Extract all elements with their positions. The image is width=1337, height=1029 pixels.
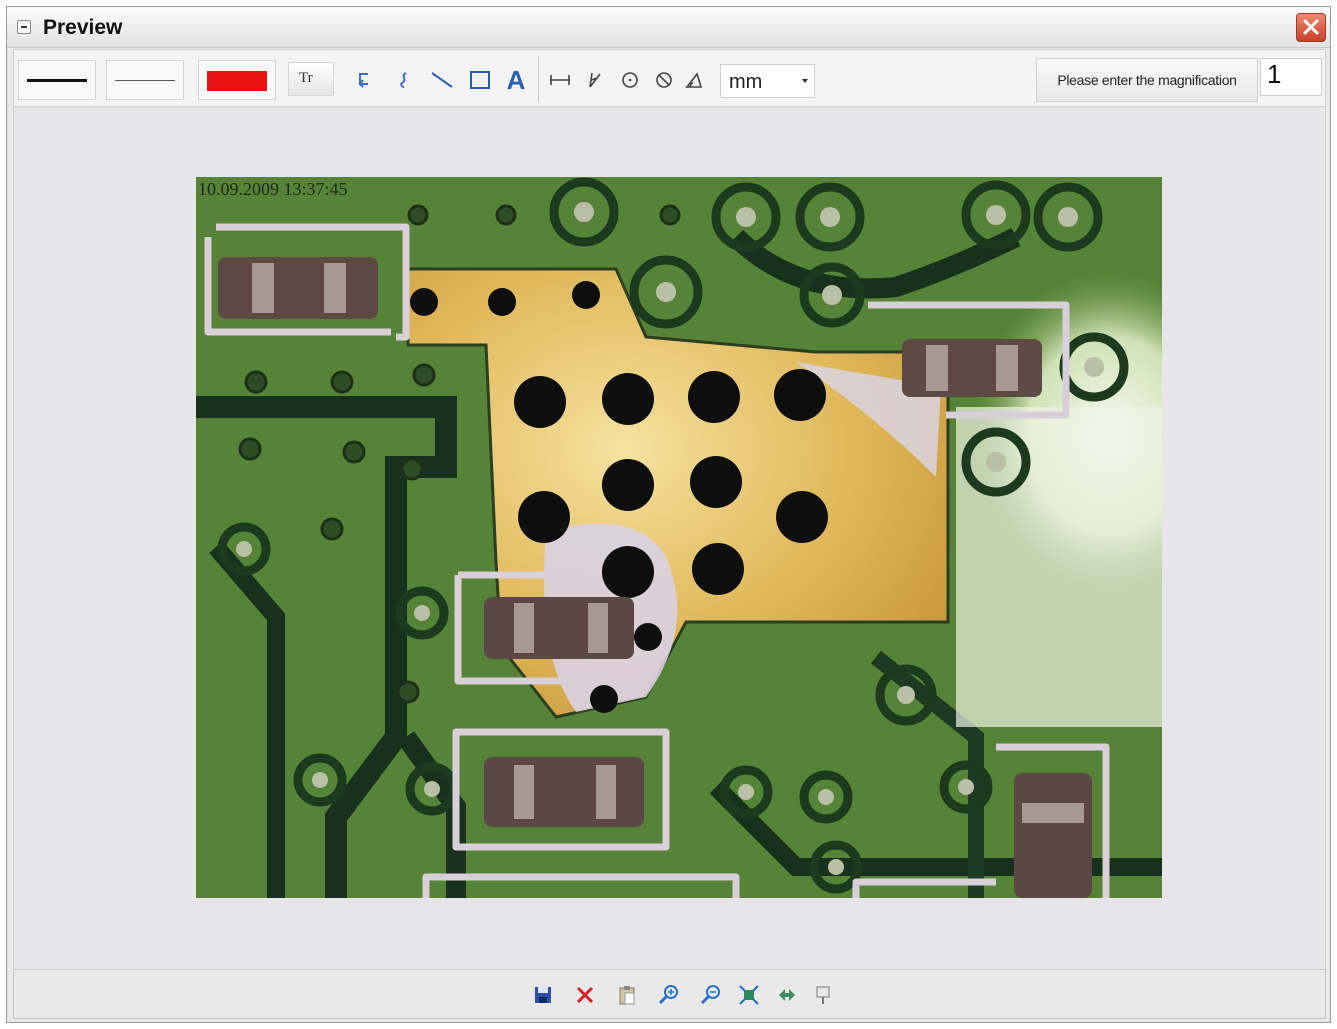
line-tool[interactable] — [428, 65, 456, 95]
paste-icon — [619, 986, 635, 1005]
rotate-icon — [779, 989, 795, 1001]
fit-window-button[interactable] — [736, 982, 762, 1008]
zoom-out-icon — [700, 985, 720, 1005]
magnification-label: Please enter the magnification — [1036, 58, 1258, 102]
camera-preview-image[interactable]: 10.09.2009 13:37:45 — [196, 177, 1162, 898]
text-style-button[interactable]: Tr — [288, 62, 334, 96]
text-tool[interactable]: A — [502, 65, 530, 95]
rectangle-icon — [470, 71, 490, 89]
close-button[interactable] — [1296, 13, 1326, 42]
measure-distance-tool[interactable] — [546, 65, 574, 95]
save-icon — [535, 987, 551, 1003]
undo-tool[interactable] — [350, 65, 378, 95]
zoom-out-button[interactable] — [698, 982, 724, 1008]
unit-select[interactable]: mm — [720, 64, 815, 98]
thick-line-style-button[interactable] — [18, 60, 96, 100]
paste-button[interactable] — [614, 982, 640, 1008]
collapse-button[interactable] — [17, 20, 31, 34]
line-icon — [431, 72, 453, 88]
triangle-angle-icon — [685, 72, 703, 88]
pcb-photo — [196, 177, 1162, 898]
capture-timestamp: 10.09.2009 13:37:45 — [198, 179, 348, 199]
rectangle-tool[interactable] — [466, 65, 494, 95]
diameter-icon — [656, 72, 672, 88]
text-icon: A — [506, 64, 526, 95]
preview-window: Preview Tr A mm Please enter the magnifi… — [6, 6, 1331, 1023]
save-button[interactable] — [530, 982, 556, 1008]
bottom-toolbar — [13, 969, 1326, 1019]
distance-icon — [550, 75, 570, 85]
unit-value: mm — [729, 71, 763, 93]
freehand-icon — [400, 72, 407, 88]
close-icon — [1303, 19, 1319, 35]
rotate-button[interactable] — [774, 982, 800, 1008]
measure-angle-tool[interactable] — [580, 65, 608, 95]
measure-triangle-tool[interactable] — [680, 65, 708, 95]
thin-line-style-button[interactable] — [106, 60, 184, 100]
title-bar: Preview — [7, 7, 1330, 48]
delete-button[interactable] — [572, 982, 598, 1008]
fit-window-icon — [739, 985, 759, 1005]
undo-icon — [358, 73, 368, 88]
measure-circle-tool[interactable] — [616, 65, 644, 95]
color-picker-button[interactable] — [198, 60, 276, 100]
delete-icon — [576, 986, 594, 1004]
curve-tool[interactable] — [390, 65, 418, 95]
window-title: Preview — [43, 16, 123, 39]
drawing-toolbar: Tr A mm Please enter the magnification 1 — [13, 49, 1326, 107]
color-swatch — [207, 71, 267, 91]
measure-diameter-tool[interactable] — [650, 65, 678, 95]
image-area: 10.09.2009 13:37:45 — [13, 107, 1326, 969]
text-style-label: Tr — [299, 70, 313, 86]
angle-icon — [589, 72, 601, 88]
magnification-input[interactable]: 1 — [1260, 58, 1322, 96]
zoom-in-icon — [658, 985, 678, 1005]
chevron-down-icon — [802, 79, 808, 83]
zoom-in-button[interactable] — [656, 982, 682, 1008]
circle-icon — [622, 72, 638, 88]
pin-button[interactable] — [810, 982, 836, 1008]
pin-icon — [816, 986, 830, 1004]
